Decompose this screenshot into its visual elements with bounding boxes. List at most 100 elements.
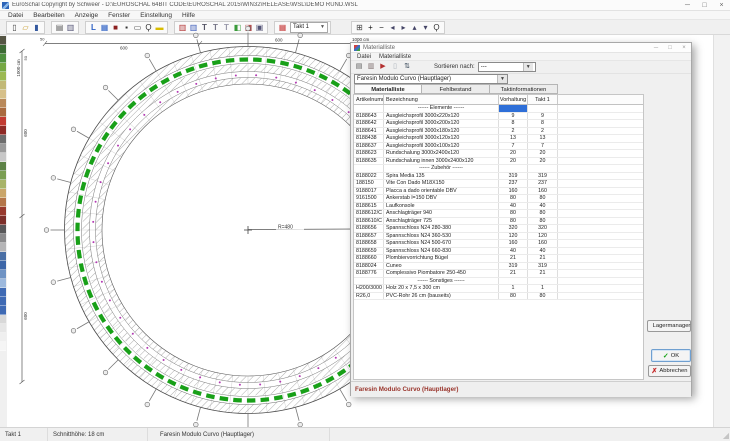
table-row[interactable]: 8188623Rundschalung 3000x2400x1202020: [354, 150, 643, 158]
table-row[interactable]: 9188017Placca a dado orientable DBV16016…: [354, 188, 643, 196]
cell-artikelnummer: 8188776: [354, 270, 384, 277]
table-row[interactable]: 8188656Spannschloss N24 280-380320320: [354, 225, 643, 233]
resize-grip[interactable]: ◢: [723, 432, 729, 440]
table-row[interactable]: ------ Zubehör ------: [354, 165, 643, 173]
palette-tool[interactable]: [0, 54, 6, 63]
palette-tool[interactable]: [0, 45, 6, 54]
table-row[interactable]: 8188438Ausgleichsprofil 3000x120x1201313: [354, 135, 643, 143]
cell-bezeichnung: Cuneo: [384, 263, 499, 270]
palette-tool[interactable]: [0, 135, 6, 144]
table-row[interactable]: 8188635Rundschalung innen 3000x2400x1202…: [354, 158, 643, 166]
vertical-scrollbar[interactable]: [713, 35, 730, 427]
cell-vorhaltung: 13: [499, 135, 528, 142]
palette-tool[interactable]: [0, 333, 6, 342]
palette-tool[interactable]: [0, 270, 6, 279]
column-header-artikelnummer[interactable]: Artikelnummer: [354, 95, 384, 104]
cell-vorhaltung: [499, 105, 528, 112]
palette-tool[interactable]: [0, 81, 6, 90]
table-row[interactable]: ------ Sonstiges ------: [354, 278, 643, 286]
system-select[interactable]: Faresin Modulo Curvo (Hauptlager) ▼: [354, 74, 508, 84]
cell-bezeichnung: Ausgleichsprofil 3000x100x120: [384, 143, 499, 150]
dialog-icon: [354, 45, 360, 51]
table-row[interactable]: 8188643Ausgleichsprofil 3000x220x12099: [354, 113, 643, 121]
palette-tool[interactable]: [0, 243, 6, 252]
dialog-maximize-icon[interactable]: □: [663, 43, 677, 53]
cell-artikelnummer: 8188641: [354, 128, 384, 135]
dialog-menu-datei[interactable]: Datei: [353, 54, 375, 60]
cell-takt1: 320: [528, 225, 558, 232]
palette-tool[interactable]: [0, 279, 6, 288]
lagermanager-button[interactable]: Lagermanager: [647, 320, 691, 332]
palette-tool[interactable]: [0, 306, 6, 315]
tab-materialliste[interactable]: Materialliste: [354, 84, 422, 94]
material-table: ArtikelnummerBezeichnungVorhaltungTakt 1…: [353, 94, 644, 380]
palette-tool[interactable]: [0, 234, 6, 243]
palette-tool[interactable]: [0, 144, 6, 153]
table-row[interactable]: 8188615Laufkonsole4040: [354, 203, 643, 211]
palette-tool[interactable]: [0, 315, 6, 324]
sort-icon[interactable]: ⇅: [402, 62, 412, 72]
palette-tool[interactable]: [0, 252, 6, 261]
table-row[interactable]: 8188658Spannschloss N24 500-670160160: [354, 240, 643, 248]
palette-tool[interactable]: [0, 36, 6, 45]
palette-tool[interactable]: [0, 288, 6, 297]
palette-tool[interactable]: [0, 216, 6, 225]
table-row[interactable]: 8188659Spannschloss N24 660-8304040: [354, 248, 643, 256]
table-row[interactable]: 8188637Ausgleichsprofil 3000x100x12077: [354, 143, 643, 151]
table-row[interactable]: R26,0PVC-Rohr 26 cm (bauseits)8080: [354, 293, 643, 301]
sort-select[interactable]: --- ▼: [478, 62, 536, 72]
print-icon[interactable]: ▤: [354, 62, 364, 72]
palette-tool[interactable]: [0, 324, 6, 333]
table-row[interactable]: 8188024Cuneo319319: [354, 263, 643, 271]
table-row[interactable]: 8188612/CAnschlagträger 9408080: [354, 210, 643, 218]
palette-tool[interactable]: [0, 72, 6, 81]
print-all-icon[interactable]: ▥: [366, 62, 376, 72]
export-icon[interactable]: ▶: [378, 62, 388, 72]
table-row[interactable]: ------ Elemente ------: [354, 105, 643, 113]
palette-tool[interactable]: [0, 207, 6, 216]
palette-tool[interactable]: [0, 261, 6, 270]
table-row[interactable]: 8188660Plombiervorrichtung Bügel2121: [354, 255, 643, 263]
table-row[interactable]: 8188657Spannschloss N24 360-530120120: [354, 233, 643, 241]
palette-tool[interactable]: [0, 126, 6, 135]
palette-tool[interactable]: [0, 180, 6, 189]
palette-tool[interactable]: [0, 225, 6, 234]
palette-tool[interactable]: [0, 198, 6, 207]
column-header-takt-1[interactable]: Takt 1: [528, 95, 558, 104]
table-row[interactable]: 8188022Spira Media 135319319: [354, 173, 643, 181]
palette-tool[interactable]: [0, 153, 6, 162]
ok-button[interactable]: ✓ OK: [651, 349, 691, 362]
dialog-minimize-icon[interactable]: ─: [649, 43, 663, 53]
cell-bezeichnung: Ausgleichsprofil 3000x120x120: [384, 135, 499, 142]
table-row[interactable]: 8188776Complessivo Piombatore 250-450212…: [354, 270, 643, 278]
table-row[interactable]: 9161500Ankerstab l=150 DBV8080: [354, 195, 643, 203]
tab-taktinformationen[interactable]: Taktinformationen: [490, 84, 558, 94]
table-row[interactable]: 8188610/CAnschlagträger 7258080: [354, 218, 643, 226]
palette-tool[interactable]: [0, 63, 6, 72]
cell-vorhaltung: 160: [499, 240, 528, 247]
palette-tool[interactable]: [0, 99, 6, 108]
palette-tool[interactable]: [0, 117, 6, 126]
table-row[interactable]: H200/3000Holz 20 x 7,5 x 300 cm11: [354, 285, 643, 293]
palette-tool[interactable]: [0, 189, 6, 198]
palette-tool[interactable]: [0, 171, 6, 180]
dialog-title: Materialliste: [363, 45, 395, 51]
cancel-button[interactable]: ✗ Abbrechen: [648, 365, 691, 377]
palette-tool[interactable]: [0, 108, 6, 117]
palette-tool[interactable]: [0, 297, 6, 306]
column-header-vorhaltung[interactable]: Vorhaltung: [499, 95, 528, 104]
cell-bezeichnung: Vite Con Dado M18X150: [384, 180, 499, 187]
dialog-close-icon[interactable]: ×: [677, 43, 691, 53]
table-row[interactable]: 8188642Ausgleichsprofil 3000x200x12088: [354, 120, 643, 128]
cell-artikelnummer: 8188637: [354, 143, 384, 150]
dialog-menu-materialliste[interactable]: Materialliste: [375, 54, 415, 60]
page-icon[interactable]: ▯: [390, 62, 400, 72]
column-header-bezeichnung[interactable]: Bezeichnung: [384, 95, 499, 104]
tab-fehlbestand[interactable]: Fehlbestand: [422, 84, 490, 94]
palette-tool[interactable]: [0, 162, 6, 171]
cell-artikelnummer: 8188615: [354, 203, 384, 210]
palette-tool[interactable]: [0, 90, 6, 99]
table-row[interactable]: 8188641Ausgleichsprofil 3000x180x12022: [354, 128, 643, 136]
palette-tool[interactable]: [0, 342, 6, 351]
table-row[interactable]: 188150Vite Con Dado M18X150237237: [354, 180, 643, 188]
